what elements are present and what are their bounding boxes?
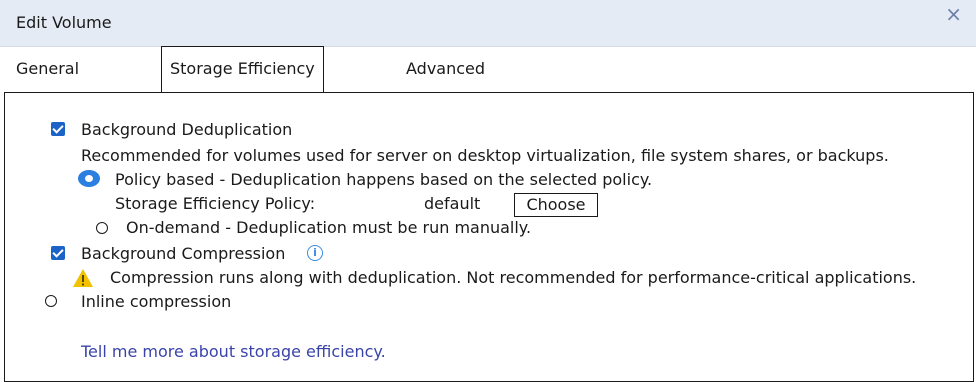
tab-bar: General Storage Efficiency Advanced	[0, 46, 976, 92]
inline-compression-radio[interactable]	[45, 295, 57, 307]
inline-compression-label: Inline compression	[81, 292, 232, 311]
warning-icon	[73, 269, 93, 287]
tab-general[interactable]: General	[16, 59, 79, 78]
tab-storage-efficiency[interactable]: Storage Efficiency	[161, 46, 324, 92]
policy-field-label: Storage Efficiency Policy:	[115, 194, 316, 213]
choose-policy-button[interactable]: Choose	[514, 193, 598, 217]
info-icon[interactable]: i	[307, 245, 323, 261]
compression-label: Background Compression	[81, 244, 286, 263]
on-demand-radio[interactable]	[96, 222, 108, 234]
close-icon[interactable]: ×	[945, 4, 962, 24]
storage-efficiency-help-link[interactable]: Tell me more about storage efficiency.	[81, 342, 386, 362]
dialog-title-bar: Edit Volume ×	[0, 0, 976, 47]
dedup-description: Recommended for volumes used for server …	[81, 146, 889, 165]
policy-based-radio[interactable]	[78, 170, 100, 187]
policy-value: default	[424, 194, 481, 213]
dedup-checkbox[interactable]	[51, 122, 65, 136]
compression-checkbox[interactable]	[51, 246, 65, 260]
tab-advanced[interactable]: Advanced	[406, 59, 485, 78]
compression-warning: Compression runs along with deduplicatio…	[110, 268, 917, 287]
dialog-title: Edit Volume	[16, 13, 112, 32]
dedup-label: Background Deduplication	[81, 120, 293, 139]
on-demand-label: On-demand - Deduplication must be run ma…	[126, 218, 532, 237]
policy-based-label: Policy based - Deduplication happens bas…	[115, 170, 653, 189]
